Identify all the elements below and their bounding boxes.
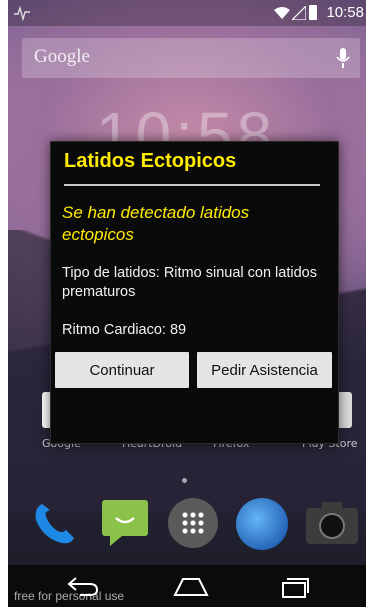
recent-apps-icon[interactable] [280,575,310,599]
google-search-bar[interactable]: Google [22,38,360,78]
ectopic-beats-dialog: Latidos Ectopicos Se han detectado latid… [50,141,339,444]
dock [8,490,366,560]
dialog-subtitle: Se han detectado latidos ectopicos [62,203,250,244]
browser-icon[interactable] [236,498,288,550]
page-indicator [180,468,189,487]
app-drawer-icon[interactable] [168,498,218,548]
page-dot [182,478,187,483]
heart-rate-text: Ritmo Cardiaco: 89 [62,322,187,338]
status-time: 10:58 [326,4,364,21]
continue-button[interactable]: Continuar [55,352,189,388]
status-bar: 10:58 [8,0,366,26]
search-label: Google [34,46,90,67]
messaging-icon[interactable] [98,496,152,550]
beat-type-text: Tipo de latidos: Ritmo sinual con latido… [62,265,317,300]
watermark: free for personal use [14,589,125,603]
phone-icon[interactable] [28,498,80,550]
camera-icon[interactable] [304,500,360,546]
mic-icon[interactable] [336,47,350,69]
home-icon[interactable] [173,575,209,597]
signal-icon [292,6,306,20]
request-assistance-button[interactable]: Pedir Asistencia [197,352,332,388]
dialog-title: Latidos Ectopicos [64,150,237,172]
pulse-icon [14,5,30,21]
battery-icon [309,5,317,20]
wifi-icon [274,7,290,19]
dialog-divider [64,184,320,186]
